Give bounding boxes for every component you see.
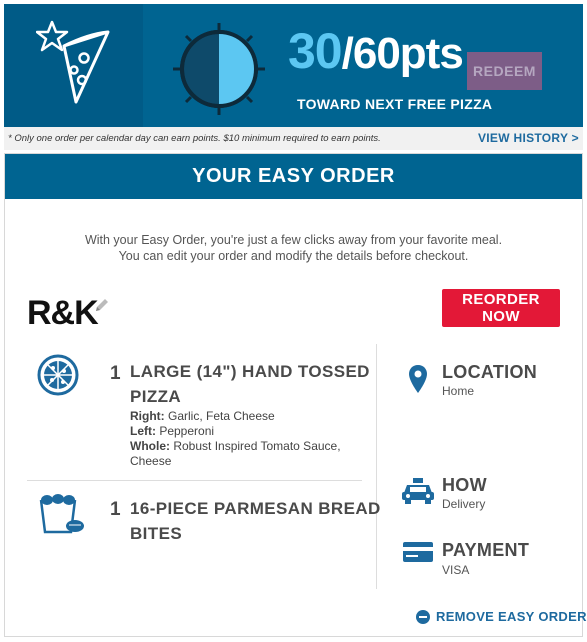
rewards-banner: 30/60pts TOWARD NEXT FREE PIZZA REDEEM — [4, 4, 583, 127]
rewards-icon-panel — [4, 4, 143, 127]
points-note: * Only one order per calendar day can ea… — [8, 133, 381, 144]
easy-order-title: YOUR EASY ORDER — [192, 165, 395, 187]
item-name: 16-PIECE PARMESAN BREAD BITES — [130, 496, 381, 546]
view-history-link[interactable]: VIEW HISTORY > — [478, 131, 579, 145]
remove-easy-order-link[interactable]: REMOVE EASY ORDER — [416, 609, 587, 624]
points-current: 30 — [288, 23, 343, 79]
location-label: LOCATION — [442, 362, 538, 382]
item-name: LARGE (14") HAND TOSSED PIZZA — [130, 359, 370, 409]
points-readout: 30/60pts — [288, 22, 464, 82]
payment-value: VISA — [442, 563, 470, 577]
column-divider — [376, 344, 377, 589]
redeem-button[interactable]: REDEEM — [467, 52, 542, 90]
item-name-line-1: 16-PIECE PARMESAN BREAD — [130, 499, 381, 518]
location-value: Home — [442, 384, 475, 398]
intro-line-2: You can edit your order and modify the d… — [118, 249, 469, 263]
item-divider — [27, 480, 362, 481]
reorder-now-button[interactable]: REORDER NOW — [442, 289, 560, 327]
delivery-car-icon — [402, 478, 434, 504]
order-name: R&K — [27, 294, 99, 332]
points-note-bar: * Only one order per calendar day can ea… — [4, 127, 583, 150]
detail-left: Left: Pepperoni — [130, 424, 215, 438]
item-quantity: 1 — [110, 363, 121, 384]
points-progress-icon — [173, 23, 265, 115]
pizza-icon — [37, 354, 79, 396]
detail-whole-continued: Cheese — [130, 454, 172, 468]
item-quantity: 1 — [110, 499, 121, 520]
remove-easy-order-label: REMOVE EASY ORDER — [436, 609, 587, 624]
intro-line-1: With your Easy Order, you're just a few … — [84, 233, 503, 247]
item-details: Right: Garlic, Feta Cheese Left: Peppero… — [130, 409, 360, 469]
minus-circle-icon — [416, 609, 430, 624]
points-subtitle: TOWARD NEXT FREE PIZZA — [297, 96, 493, 112]
points-total: /60pts — [341, 29, 464, 78]
item-name-line-1: LARGE (14") HAND TOSSED — [130, 362, 370, 381]
how-value: Delivery — [442, 497, 486, 511]
credit-card-icon — [403, 542, 433, 562]
easy-order-card: YOUR EASY ORDER With your Easy Order, yo… — [4, 153, 586, 637]
item-name-line-2: PIZZA — [130, 387, 182, 406]
location-pin-icon — [409, 365, 427, 393]
pizza-star-icon — [36, 20, 110, 104]
item-name-line-2: BITES — [130, 524, 183, 543]
payment-label: PAYMENT — [442, 540, 530, 560]
how-label: HOW — [442, 475, 487, 495]
detail-whole: Whole: Robust Inspired Tomato Sauce, — [130, 439, 341, 453]
pencil-edit-icon[interactable] — [93, 296, 111, 314]
easy-order-header: YOUR EASY ORDER — [5, 154, 582, 199]
detail-right: Right: Garlic, Feta Cheese — [130, 409, 275, 423]
easy-order-intro: With your Easy Order, you're just a few … — [5, 232, 582, 264]
bread-bites-icon — [39, 494, 84, 534]
